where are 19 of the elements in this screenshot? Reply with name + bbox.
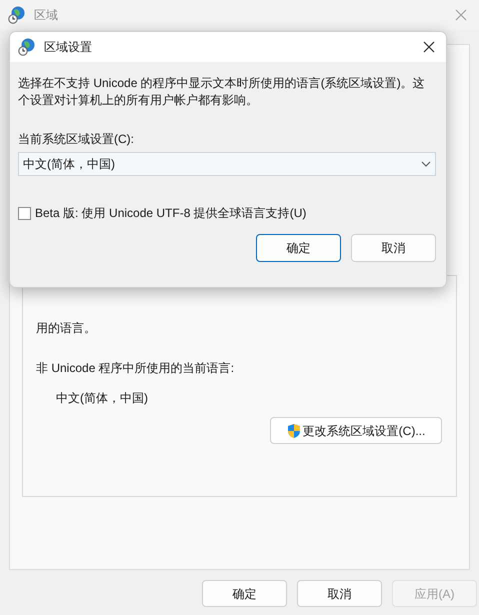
locale-dropdown[interactable]: 中文(简体，中国) (18, 152, 436, 176)
shield-icon (286, 422, 301, 438)
dialog-button[interactable]: 确定 (202, 580, 287, 607)
description-text: 用的语言。 (36, 320, 97, 337)
beta-checkbox[interactable]: Beta 版: 使用 Unicode UTF-8 提供全球语言支持(U) (18, 204, 438, 222)
locale-label: 当前系统区域设置(C): (18, 131, 135, 148)
window-title: 区域 (34, 7, 58, 24)
current-language-label: 非 Unicode 程序中所使用的当前语言: (36, 360, 236, 377)
dialog-button[interactable]: 取消 (351, 234, 436, 262)
dialog-button[interactable]: 确定 (256, 234, 341, 262)
globe-clock-icon (18, 38, 36, 56)
current-language-value: 中文(简体，中国) (56, 390, 149, 407)
chevron-down-icon (421, 161, 431, 167)
close-icon[interactable] (423, 41, 435, 53)
dialog-button[interactable]: 取消 (297, 580, 382, 607)
dialog-title: 区域设置 (44, 39, 92, 56)
globe-clock-icon (8, 6, 26, 24)
change-locale-button[interactable]: 更改系统区域设置(C)... (270, 417, 442, 444)
description-text: 选择在不支持 Unicode 的程序中显示文本时所使用的语言(系统区域设置)。这个设置对计算机上的所有用户帐户都有影响。 (18, 75, 426, 109)
